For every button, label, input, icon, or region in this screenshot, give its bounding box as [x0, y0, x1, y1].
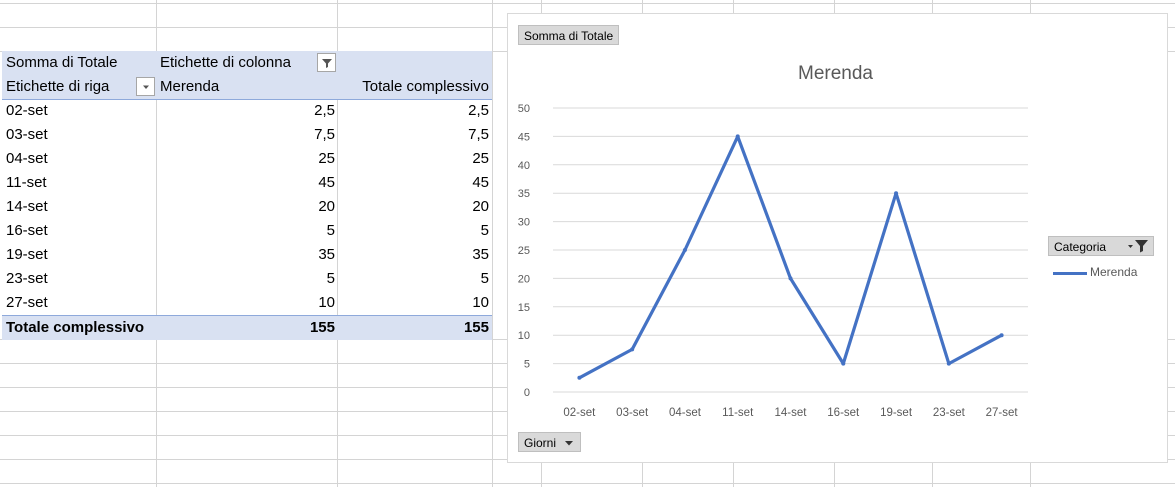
dropdown-arrow-icon: [142, 85, 149, 89]
filter-dropdown-icon: [1128, 240, 1148, 253]
pivot-cell-total: 2,5: [468, 102, 489, 119]
pivot-cell-total: 5: [480, 222, 489, 239]
x-tick-label: 23-set: [933, 407, 966, 419]
pivot-data-row[interactable]: 03-set 7,5 7,5: [2, 123, 492, 147]
pivot-chart[interactable]: Somma di Totale Merenda 0 5 10 15 20 25 30 35 40…: [507, 13, 1168, 463]
pivot-row-label: 03-set: [6, 126, 48, 143]
y-tick-label: 50: [518, 103, 530, 115]
x-tick-label: 14-set: [775, 407, 808, 419]
x-tick-label: 16-set: [827, 407, 860, 419]
pivot-header-row-1: Somma di Totale Etichette di colonna: [2, 51, 492, 75]
pivot-data-row[interactable]: 16-set 5 5: [2, 219, 492, 243]
data-point[interactable]: [577, 375, 582, 380]
y-tick-label: 40: [518, 160, 530, 172]
pivot-column-labels-header[interactable]: Etichette di colonna: [160, 51, 291, 75]
series-line[interactable]: [577, 134, 1004, 380]
y-tick-label: 0: [524, 387, 530, 399]
pivot-value-field-label[interactable]: Somma di Totale: [6, 51, 117, 75]
data-point[interactable]: [841, 361, 846, 366]
grid-row-line: [0, 483, 1175, 484]
data-point[interactable]: [735, 134, 740, 139]
pivot-row-labels-header[interactable]: Etichette di riga: [6, 75, 109, 99]
legend-field-button[interactable]: Categoria: [1048, 236, 1154, 256]
axis-field-label: Giorni: [524, 436, 557, 450]
pivot-cell-total: 25: [472, 150, 489, 167]
column-filter-button[interactable]: [317, 53, 336, 72]
pivot-cell-total: 7,5: [468, 126, 489, 143]
pivot-row-label: 02-set: [6, 102, 48, 119]
y-tick-label: 30: [518, 217, 530, 229]
pivot-row-label: 16-set: [6, 222, 48, 239]
pivot-total-row[interactable]: Totale complessivo 155 155: [2, 315, 492, 340]
x-tick-label: 03-set: [616, 407, 649, 419]
pivot-row-label: 19-set: [6, 246, 48, 263]
pivot-cell-merenda: 5: [326, 270, 335, 287]
legend-entry: Merenda: [1090, 265, 1138, 279]
data-point[interactable]: [788, 276, 793, 281]
pivot-data-row[interactable]: 04-set 25 25: [2, 147, 492, 171]
pivot-total-merenda: 155: [309, 319, 335, 336]
y-tick-label: 35: [518, 188, 530, 200]
y-tick-label: 10: [518, 330, 530, 342]
legend-field-label: Categoria: [1054, 240, 1107, 254]
pivot-row-label: 27-set: [6, 294, 48, 311]
pivot-cell-merenda: 2,5: [314, 102, 335, 119]
pivot-row-label: 14-set: [6, 198, 48, 215]
grid-col-line: [492, 0, 493, 487]
y-tick-label: 25: [518, 245, 530, 257]
data-point[interactable]: [630, 347, 635, 352]
pivot-header-row-2: Etichette di riga Merenda Totale comples…: [2, 75, 492, 100]
pivot-row-label: 04-set: [6, 150, 48, 167]
filter-icon: [321, 58, 332, 68]
pivot-cell-merenda: 10: [318, 294, 335, 311]
y-tick-label: 15: [518, 302, 530, 314]
pivot-grand-total-header[interactable]: Totale complessivo: [362, 75, 489, 99]
data-point[interactable]: [946, 361, 951, 366]
data-point[interactable]: [894, 191, 899, 196]
x-tick-label: 19-set: [880, 407, 913, 419]
pivot-data-row[interactable]: 27-set 10 10: [2, 291, 492, 315]
y-tick-label: 5: [524, 359, 530, 371]
pivot-cell-merenda: 7,5: [314, 126, 335, 143]
pivot-row-label: 11-set: [6, 174, 47, 191]
pivot-cell-total: 10: [472, 294, 489, 311]
pivot-cell-merenda: 45: [318, 174, 335, 191]
x-tick-label: 11-set: [722, 407, 754, 419]
y-tick-label: 45: [518, 131, 530, 143]
pivot-row-label: 23-set: [6, 270, 48, 287]
pivot-cell-total: 5: [480, 270, 489, 287]
dropdown-arrow-icon: [565, 441, 573, 446]
x-tick-label: 27-set: [986, 407, 1019, 419]
pivot-data-row[interactable]: 02-set 2,5 2,5: [2, 99, 492, 123]
pivot-data-row[interactable]: 23-set 5 5: [2, 267, 492, 291]
pivot-cell-total: 45: [472, 174, 489, 191]
data-point[interactable]: [682, 248, 687, 252]
data-point[interactable]: [999, 333, 1004, 338]
pivot-cell-merenda: 25: [318, 150, 335, 167]
pivot-data-row[interactable]: 11-set 45 45: [2, 171, 492, 195]
pivot-total-grand: 155: [463, 319, 489, 336]
pivot-data-row[interactable]: 14-set 20 20: [2, 195, 492, 219]
y-tick-label: 20: [518, 273, 530, 285]
pivot-cell-total: 35: [472, 246, 489, 263]
pivot-total-label: Totale complessivo: [6, 319, 145, 336]
pivot-data-row[interactable]: 19-set 35 35: [2, 243, 492, 267]
grid-row-line: [0, 3, 1175, 4]
x-tick-label: 02-set: [563, 407, 596, 419]
row-filter-button[interactable]: [136, 77, 155, 96]
axis-field-button[interactable]: Giorni: [518, 432, 581, 452]
legend-swatch: [1053, 272, 1087, 275]
x-tick-label: 04-set: [669, 407, 702, 419]
pivot-cell-merenda: 5: [326, 222, 335, 239]
pivot-cell-merenda: 35: [318, 246, 335, 263]
pivot-cell-total: 20: [472, 198, 489, 215]
pivot-cell-merenda: 20: [318, 198, 335, 215]
pivot-series-header[interactable]: Merenda: [160, 75, 219, 99]
